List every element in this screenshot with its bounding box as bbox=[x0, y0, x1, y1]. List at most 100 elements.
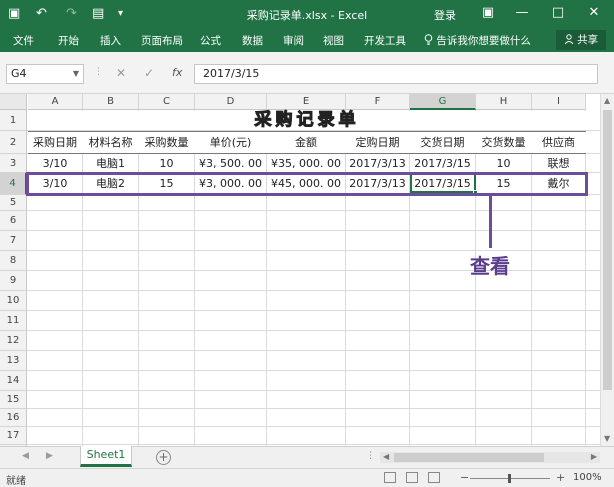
page-break-view-icon[interactable] bbox=[428, 472, 440, 483]
vertical-scroll-thumb[interactable] bbox=[603, 110, 612, 390]
scroll-down-icon[interactable]: ▼ bbox=[604, 434, 610, 443]
normal-view-icon[interactable] bbox=[384, 472, 396, 483]
column-header-i[interactable]: I bbox=[532, 94, 586, 110]
table-header-cell[interactable]: 材料名称 bbox=[83, 132, 138, 154]
row-header-2[interactable]: 2 bbox=[0, 131, 27, 154]
row-header-8[interactable]: 8 bbox=[0, 251, 27, 271]
select-all-corner[interactable] bbox=[0, 94, 27, 110]
column-header-b[interactable]: B bbox=[83, 94, 139, 110]
table-cell[interactable]: ¥35, 000. 00 bbox=[267, 154, 345, 173]
status-ready: 就绪 bbox=[6, 476, 26, 487]
row-header-9[interactable]: 9 bbox=[0, 271, 27, 291]
minimize-icon[interactable]: — bbox=[512, 4, 532, 22]
row-gridline bbox=[27, 210, 600, 211]
row-gridline bbox=[27, 230, 600, 231]
cancel-icon[interactable]: ✕ bbox=[116, 66, 126, 80]
column-header-d[interactable]: D bbox=[195, 94, 267, 110]
close-icon[interactable]: ✕ bbox=[584, 4, 604, 22]
column-header-a[interactable]: A bbox=[28, 94, 83, 110]
row-header-6[interactable]: 6 bbox=[0, 211, 27, 231]
table-cell[interactable]: 2017/3/15 bbox=[410, 154, 475, 173]
zoom-slider-knob[interactable] bbox=[508, 474, 511, 483]
zoom-out-icon[interactable]: − bbox=[460, 471, 469, 484]
column-header-h[interactable]: H bbox=[476, 94, 532, 110]
table-cell[interactable]: 10 bbox=[139, 154, 194, 173]
worksheet-grid[interactable]: ABCDEFGHI 123456789101112131415161718 采购… bbox=[0, 94, 600, 446]
add-sheet-icon[interactable]: + bbox=[156, 450, 171, 465]
table-cell[interactable]: 电脑1 bbox=[83, 154, 138, 173]
row-header-17[interactable]: 17 bbox=[0, 427, 27, 445]
table-header-cell[interactable]: 采购数量 bbox=[139, 132, 194, 154]
page-layout-view-icon[interactable] bbox=[406, 472, 418, 483]
tab-review[interactable]: 审阅 bbox=[283, 33, 304, 48]
ribbon-display-icon[interactable]: ▣ bbox=[478, 4, 498, 22]
row-header-14[interactable]: 14 bbox=[0, 371, 27, 391]
login-link[interactable]: 登录 bbox=[434, 7, 456, 23]
callout-line bbox=[489, 196, 492, 248]
zoom-in-icon[interactable]: + bbox=[556, 471, 565, 484]
maximize-icon[interactable]: □ bbox=[548, 4, 568, 22]
chevron-down-icon[interactable]: ▼ bbox=[73, 65, 79, 83]
tell-me-box[interactable]: 告诉我你想要做什么 bbox=[424, 33, 531, 48]
tab-file[interactable]: 文件 bbox=[13, 33, 34, 48]
scroll-up-icon[interactable]: ▲ bbox=[604, 96, 610, 105]
table-header-cell[interactable]: 采购日期 bbox=[28, 132, 82, 154]
row-highlight-box bbox=[26, 172, 588, 196]
scroll-left-icon[interactable]: ◀ bbox=[383, 452, 389, 461]
scroll-right-icon[interactable]: ▶ bbox=[591, 452, 597, 461]
table-header-cell[interactable]: 供应商 bbox=[532, 132, 585, 154]
column-gridline bbox=[585, 110, 586, 446]
table-cell[interactable]: 10 bbox=[476, 154, 531, 173]
row-header-5[interactable]: 5 bbox=[0, 195, 27, 211]
row-header-12[interactable]: 12 bbox=[0, 331, 27, 351]
table-header-cell[interactable]: 定购日期 bbox=[346, 132, 409, 154]
title-bar: ▣ ↶ ↷ ▤ ▾ 采购记录单.xlsx - Excel 登录 ▣ — □ ✕ bbox=[0, 0, 614, 28]
tab-formulas[interactable]: 公式 bbox=[200, 33, 221, 48]
table-header-cell[interactable]: 交货数量 bbox=[476, 132, 531, 154]
row-header-7[interactable]: 7 bbox=[0, 231, 27, 251]
row-header-11[interactable]: 11 bbox=[0, 311, 27, 331]
zoom-level[interactable]: 100% bbox=[573, 472, 602, 483]
name-box[interactable]: G4 ▼ bbox=[6, 64, 84, 84]
tab-view[interactable]: 视图 bbox=[323, 33, 344, 48]
column-header-f[interactable]: F bbox=[346, 94, 410, 110]
row-gridline bbox=[27, 270, 600, 271]
share-button[interactable]: 共享 bbox=[556, 30, 606, 50]
column-header-e[interactable]: E bbox=[267, 94, 346, 110]
tab-data[interactable]: 数据 bbox=[242, 33, 263, 48]
tab-developer[interactable]: 开发工具 bbox=[364, 33, 406, 48]
enter-icon[interactable]: ✓ bbox=[144, 66, 154, 80]
row-header-16[interactable]: 16 bbox=[0, 409, 27, 427]
table-header-cell[interactable]: 交货日期 bbox=[410, 132, 475, 154]
row-header-3[interactable]: 3 bbox=[0, 154, 27, 173]
table-cell[interactable]: 联想 bbox=[532, 154, 585, 173]
row-header-13[interactable]: 13 bbox=[0, 351, 27, 371]
table-header-cell[interactable]: 金额 bbox=[267, 132, 345, 154]
horizontal-scrollbar[interactable]: ◀ ▶ bbox=[380, 452, 600, 463]
row-gridline bbox=[27, 390, 600, 391]
next-sheet-icon[interactable]: ▶ bbox=[46, 451, 53, 461]
table-cell[interactable]: 3/10 bbox=[28, 154, 82, 173]
row-header-15[interactable]: 15 bbox=[0, 391, 27, 409]
sheet-tab-sheet1[interactable]: Sheet1 bbox=[80, 446, 132, 467]
prev-sheet-icon[interactable]: ◀ bbox=[22, 451, 29, 461]
tab-home[interactable]: 开始 bbox=[58, 33, 79, 48]
tab-split-icon[interactable]: ⋮ bbox=[366, 451, 375, 461]
row-header-10[interactable]: 10 bbox=[0, 291, 27, 311]
vertical-scrollbar[interactable]: ▲ ▼ bbox=[600, 94, 614, 446]
column-header-c[interactable]: C bbox=[139, 94, 195, 110]
row-header-4[interactable]: 4 bbox=[0, 173, 27, 195]
table-cell[interactable]: 2017/3/13 bbox=[346, 154, 409, 173]
table-header-cell[interactable]: 单价(元) bbox=[195, 132, 266, 154]
formula-input[interactable]: 2017/3/15 bbox=[194, 64, 598, 84]
horizontal-scroll-thumb[interactable] bbox=[394, 453, 544, 462]
row-header-1[interactable]: 1 bbox=[0, 110, 27, 131]
sheet-title[interactable]: 采购记录单 bbox=[28, 110, 586, 130]
tab-insert[interactable]: 插入 bbox=[100, 33, 121, 48]
column-header-g[interactable]: G bbox=[410, 94, 476, 110]
ribbon-tabs: 文件 开始 插入 页面布局 公式 数据 审阅 视图 开发工具 告诉我你想要做什么… bbox=[0, 28, 614, 52]
insert-function-icon[interactable]: fx bbox=[172, 66, 182, 79]
table-cell[interactable]: ¥3, 500. 00 bbox=[195, 154, 266, 173]
row-gridline bbox=[27, 310, 600, 311]
tab-page-layout[interactable]: 页面布局 bbox=[141, 33, 183, 48]
